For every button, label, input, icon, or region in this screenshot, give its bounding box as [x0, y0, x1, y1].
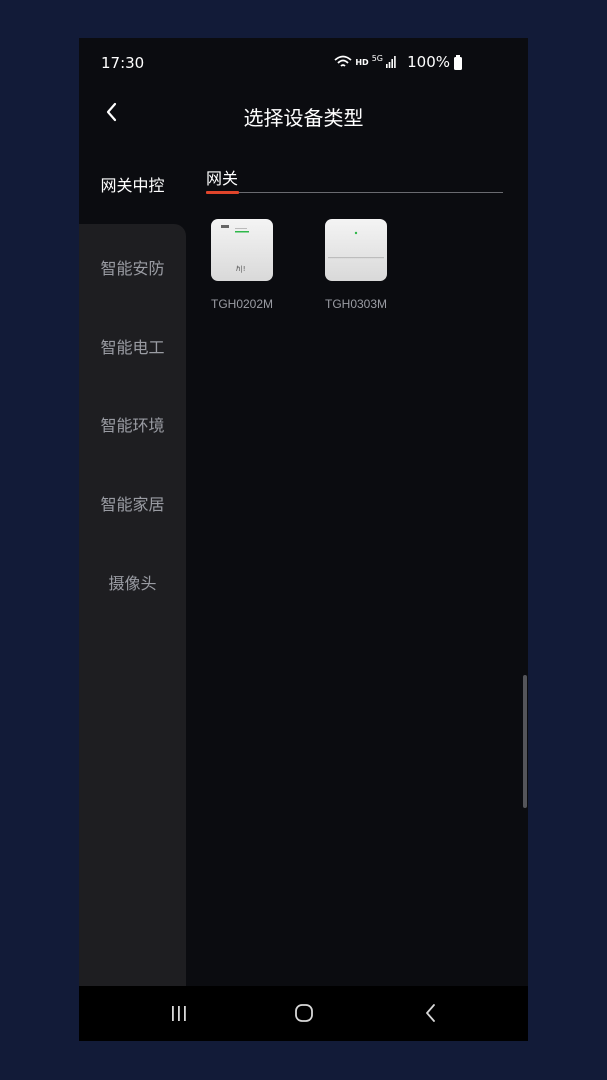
device-content: 网关 ℏ|! TGH0202M TGH0303M: [186, 156, 528, 986]
home-icon: [295, 1004, 313, 1022]
scrollbar[interactable]: [523, 675, 527, 808]
device-card-tgh0303m[interactable]: TGH0303M: [316, 219, 396, 311]
sidebar-item-environment[interactable]: 智能环境: [79, 412, 186, 436]
device-name: TGH0202M: [210, 297, 274, 311]
tab-divider: [206, 192, 503, 193]
signal-type: 5G: [371, 53, 383, 63]
device-image: ℏ|!: [211, 219, 273, 281]
home-button[interactable]: [289, 1000, 319, 1026]
sidebar-item-security[interactable]: 智能安防: [79, 255, 186, 279]
recent-apps-button[interactable]: [164, 1000, 194, 1026]
category-sidebar: 网关中控 智能安防 智能电工 智能环境 智能家居 摄像头: [79, 156, 186, 986]
sidebar-item-camera[interactable]: 摄像头: [79, 570, 186, 594]
recent-apps-icon: [172, 1006, 186, 1021]
system-nav-bar: [79, 986, 528, 1041]
nav-back-button[interactable]: [415, 1000, 445, 1026]
network-type: HD: [355, 57, 369, 67]
status-bar: 17:30 HD 5G 100%: [79, 38, 528, 88]
tab-bar: 网关: [206, 165, 503, 195]
page-title: 选择设备类型: [243, 106, 364, 130]
svg-text:ℏ|!: ℏ|!: [236, 265, 246, 273]
battery-icon: [454, 55, 462, 70]
status-icons: HD 5G: [334, 53, 396, 69]
device-card-tgh0202m[interactable]: ℏ|! TGH0202M: [202, 219, 282, 311]
status-time: 17:30: [101, 54, 145, 72]
wifi-icon: [334, 55, 352, 67]
header: 选择设备类型: [79, 88, 528, 146]
battery-percent: 100%: [407, 53, 450, 71]
phone-screen: 17:30 HD 5G 100% 选择设备类型 网关中控 智能安防 智能电工 智…: [79, 38, 528, 1041]
tab-active-indicator: [206, 191, 239, 194]
device-name: TGH0303M: [324, 297, 388, 311]
sidebar-item-gateway[interactable]: 网关中控: [79, 156, 186, 224]
device-image: [325, 219, 387, 281]
sidebar-item-electrical[interactable]: 智能电工: [79, 334, 186, 358]
tab-gateway[interactable]: 网关: [206, 165, 238, 189]
signal-icon: [386, 56, 396, 68]
back-icon: [426, 1004, 435, 1022]
sidebar-item-home[interactable]: 智能家居: [79, 491, 186, 515]
